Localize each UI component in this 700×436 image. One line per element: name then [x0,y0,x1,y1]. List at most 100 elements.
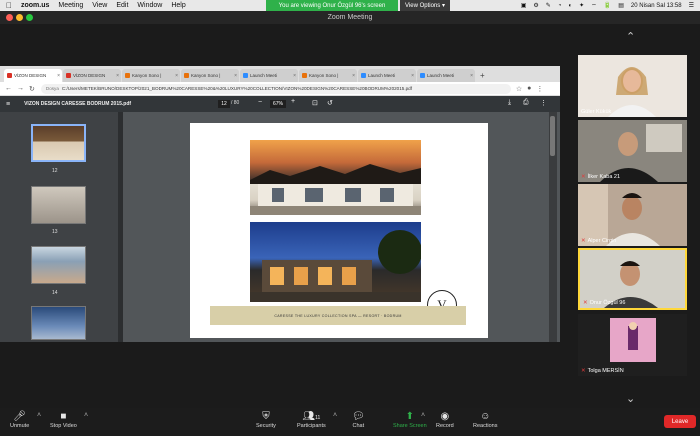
browser-tab[interactable]: Kanyon Sono | × [181,69,239,82]
zoom-icon [243,73,248,78]
smiley-plus-icon: ☺ [480,411,491,422]
close-tab-icon[interactable]: × [293,73,296,79]
participant-tile-active-speaker[interactable]: ✕ Onur Özgül 96 [578,248,687,310]
browser-menu-icon[interactable]: ⋮ [536,85,543,93]
chevron-down-icon[interactable]: ⌄ [626,392,635,405]
tab-label: Launch Meeti [250,73,278,78]
back-arrow-icon[interactable]: ← [5,85,12,92]
close-tab-icon[interactable]: × [116,73,119,79]
close-tab-icon[interactable]: × [57,73,60,79]
view-options-button[interactable]: View Options ▾ [400,0,450,11]
stop-video-button[interactable]: ■ Stop Video [50,411,77,429]
browser-tab[interactable]: Launch Meeti × [240,69,298,82]
share-options-caret-icon[interactable]: ˄ [421,412,425,419]
participant-tile[interactable]: ✕ Tolga MERSİN [578,314,687,376]
thumbnail-number: 13 [52,229,58,235]
apple-menu-icon[interactable]:  [6,1,12,10]
browser-tab[interactable]: Launch Meeti × [358,69,416,82]
unmute-button[interactable]: 🎤︎ Unmute [10,411,29,429]
participants-button[interactable]: 👥︎11 Participants [297,411,326,429]
browser-tab[interactable]: Launch Meeti × [417,69,475,82]
participant-tile[interactable]: Güler Kükük [578,55,687,117]
browser-tab[interactable]: Kanyon Sono | × [299,69,357,82]
leave-button[interactable]: Leave [664,415,696,428]
page-thumbnail[interactable] [31,306,86,340]
browser-tab[interactable]: VİZON DESIGN × [63,69,121,82]
print-icon[interactable]: ⎙ [523,99,529,107]
window-minimize-icon[interactable] [16,14,23,21]
pdf-scrollbar[interactable] [549,112,557,342]
fit-page-icon[interactable]: ⊡ [312,99,318,107]
chat-button[interactable]: 💬︎ Chat [352,411,365,429]
bookmark-star-icon[interactable]: ☆ [516,85,522,93]
battery-icon[interactable]: 🔋 [604,2,611,9]
status-icon-6[interactable]: ✦ [579,2,584,9]
browser-address-row: ← → ↻ Dosya C:/Users/METEK/BRUNO/DESKTOP… [0,82,560,96]
page-thumbnail[interactable] [31,246,86,284]
close-tab-icon[interactable]: × [175,73,178,79]
more-options-icon[interactable]: ⋮ [540,99,547,107]
chat-label: Chat [352,423,365,429]
participant-name: Güler Kükük [581,109,611,115]
video-options-caret-icon[interactable]: ˄ [84,412,88,419]
zoom-level-input[interactable]: 67% [270,100,286,108]
status-icon-1[interactable]: ▣ [521,2,527,9]
control-center-icon[interactable]: ☰ [689,2,694,9]
address-bar[interactable]: Dosya C:/Users/METEK/BRUNO/DESKTOP/2021_… [40,83,511,94]
clock-date[interactable]: 20 Nisan Sal 13:58 [631,3,682,9]
window-zoom-icon[interactable] [26,14,33,21]
unmute-label: Unmute [10,423,30,429]
chevron-up-icon[interactable]: ⌃ [626,30,635,43]
page-thumbnail[interactable] [31,186,86,224]
scrollbar-thumb[interactable] [550,116,555,156]
record-button[interactable]: ◉ Record [436,411,454,429]
status-icon-3[interactable]: ✎ [546,2,551,9]
sidebar-menu-icon[interactable]: ≡ [6,101,10,108]
page-thumbnail[interactable] [31,124,86,162]
reactions-label: Reactions [473,423,498,429]
menu-meeting[interactable]: Meeting [58,2,83,9]
audio-options-caret-icon[interactable]: ˄ [37,412,41,419]
rotate-icon[interactable]: ↺ [327,99,333,107]
window-close-icon[interactable] [6,14,13,21]
zoom-out-button[interactable]: − [258,99,262,106]
page-number-input[interactable]: 12 [218,100,230,108]
participant-tile[interactable]: ✕ Alper Cirgin [578,184,687,246]
close-tab-icon[interactable]: × [234,73,237,79]
security-button[interactable]: ⛨ Security [256,411,276,429]
browser-tab[interactable]: Kanyon Sono | × [122,69,180,82]
reload-icon[interactable]: ↻ [29,85,35,93]
forward-arrow-icon[interactable]: → [17,85,24,92]
close-tab-icon[interactable]: × [352,73,355,79]
menu-edit[interactable]: Edit [116,2,128,9]
browser-tab-strip: VİZON DESIGN × VİZON DESIGN × Kanyon Sono … [0,66,560,82]
status-icon-4[interactable]: ◔ [558,3,562,9]
participant-name: ✕ İlker Kaba 21 [581,174,620,180]
menu-app-zoom[interactable]: zoom.us [21,2,49,9]
thumbnail-scrollbar[interactable] [118,112,123,342]
close-tab-icon[interactable]: × [411,73,414,79]
status-icon-2[interactable]: ⚙ [533,2,538,9]
browser-tab[interactable]: VİZON DESIGN × [4,69,62,82]
tab-label: Kanyon Sono | [309,73,339,78]
menu-window[interactable]: Window [137,2,162,9]
profile-avatar-icon[interactable]: ● [527,85,531,92]
viewing-screen-banner: You are viewing Onur Özgül 96's screen [266,0,398,11]
resort-night-illustration [250,230,421,302]
participant-name: ✕ Alper Cirgin [581,238,616,244]
close-tab-icon[interactable]: × [470,73,473,79]
menu-help[interactable]: Help [171,2,185,9]
status-icon-5[interactable]: ◐ [568,3,572,9]
participant-name-text: Tolga MERSİN [587,368,624,374]
pdf-icon [7,73,12,78]
menu-view[interactable]: View [92,2,107,9]
wifi-icon[interactable]: ⌔ [591,2,597,10]
reactions-button[interactable]: ☺ Reactions [473,411,497,429]
new-tab-button[interactable]: + [480,71,485,80]
participants-caret-icon[interactable]: ˄ [333,412,337,419]
zoom-in-button[interactable]: + [291,98,295,105]
download-icon[interactable]: ⤓ [508,99,511,107]
participant-avatar-image [578,314,687,376]
participant-tile[interactable]: ✕ İlker Kaba 21 [578,120,687,182]
status-icon-9[interactable]: ▤ [618,2,624,9]
